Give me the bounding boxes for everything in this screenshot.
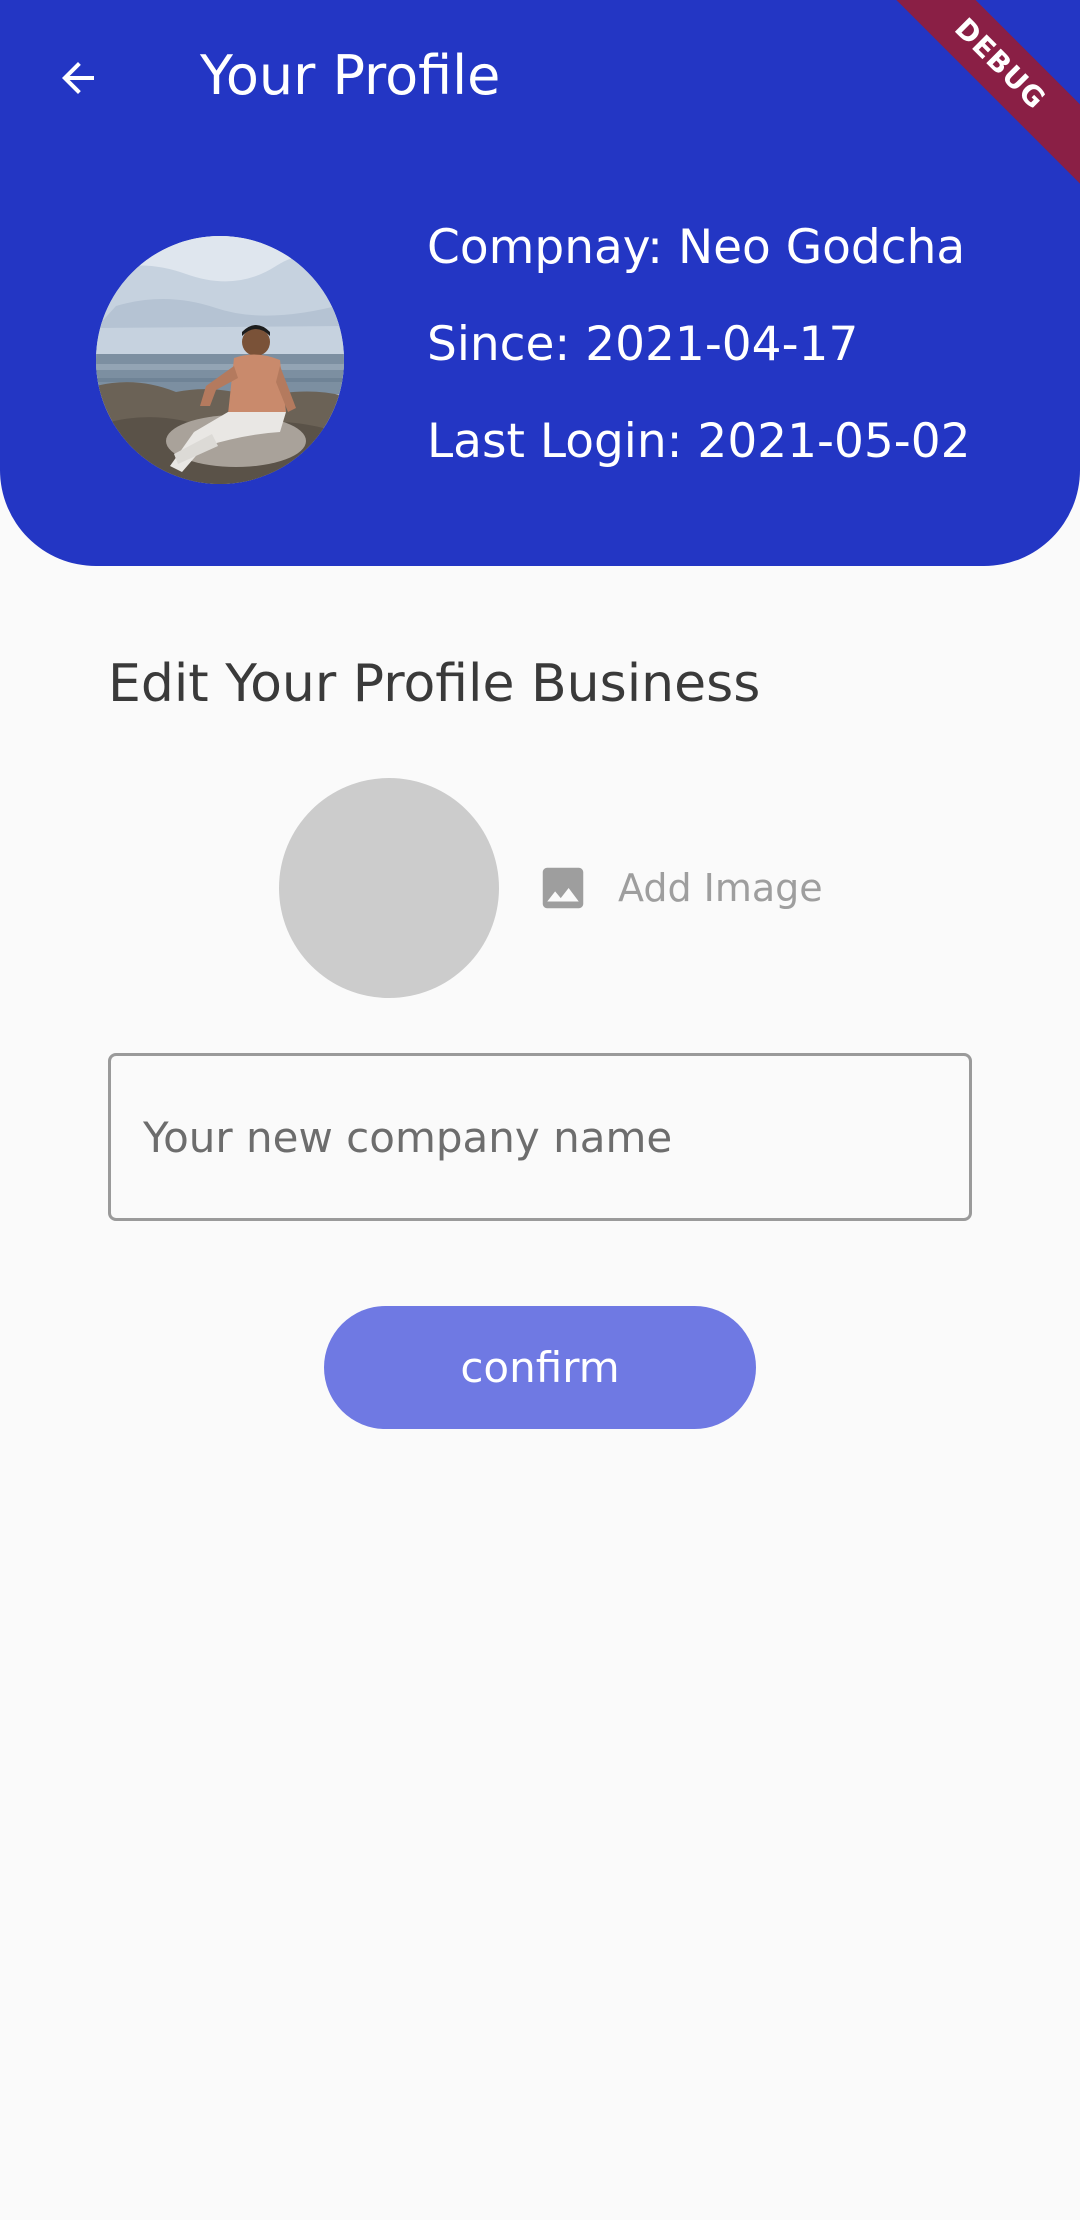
company-info: Compnay: Neo Godcha xyxy=(427,220,966,275)
company-name-input[interactable] xyxy=(108,1053,972,1221)
avatar xyxy=(96,236,344,484)
back-button[interactable] xyxy=(40,40,116,116)
profile-photo xyxy=(96,236,344,484)
add-image-button[interactable]: Add Image xyxy=(536,858,823,918)
edit-section-title: Edit Your Profile Business xyxy=(108,654,761,714)
add-image-label: Add Image xyxy=(618,866,823,910)
profile-screen: Your Profile Compnay: Neo Godcha Since: … xyxy=(0,0,1080,2220)
image-icon xyxy=(542,867,584,909)
profile-header: Your Profile Compnay: Neo Godcha Since: … xyxy=(0,0,1080,566)
image-preview-placeholder[interactable] xyxy=(279,778,499,998)
arrow-back-icon xyxy=(62,62,94,94)
since-info: Since: 2021-04-17 xyxy=(427,317,859,372)
confirm-button[interactable]: confirm xyxy=(324,1306,756,1429)
last-login-info: Last Login: 2021-05-02 xyxy=(427,414,971,469)
page-title: Your Profile xyxy=(200,44,501,107)
